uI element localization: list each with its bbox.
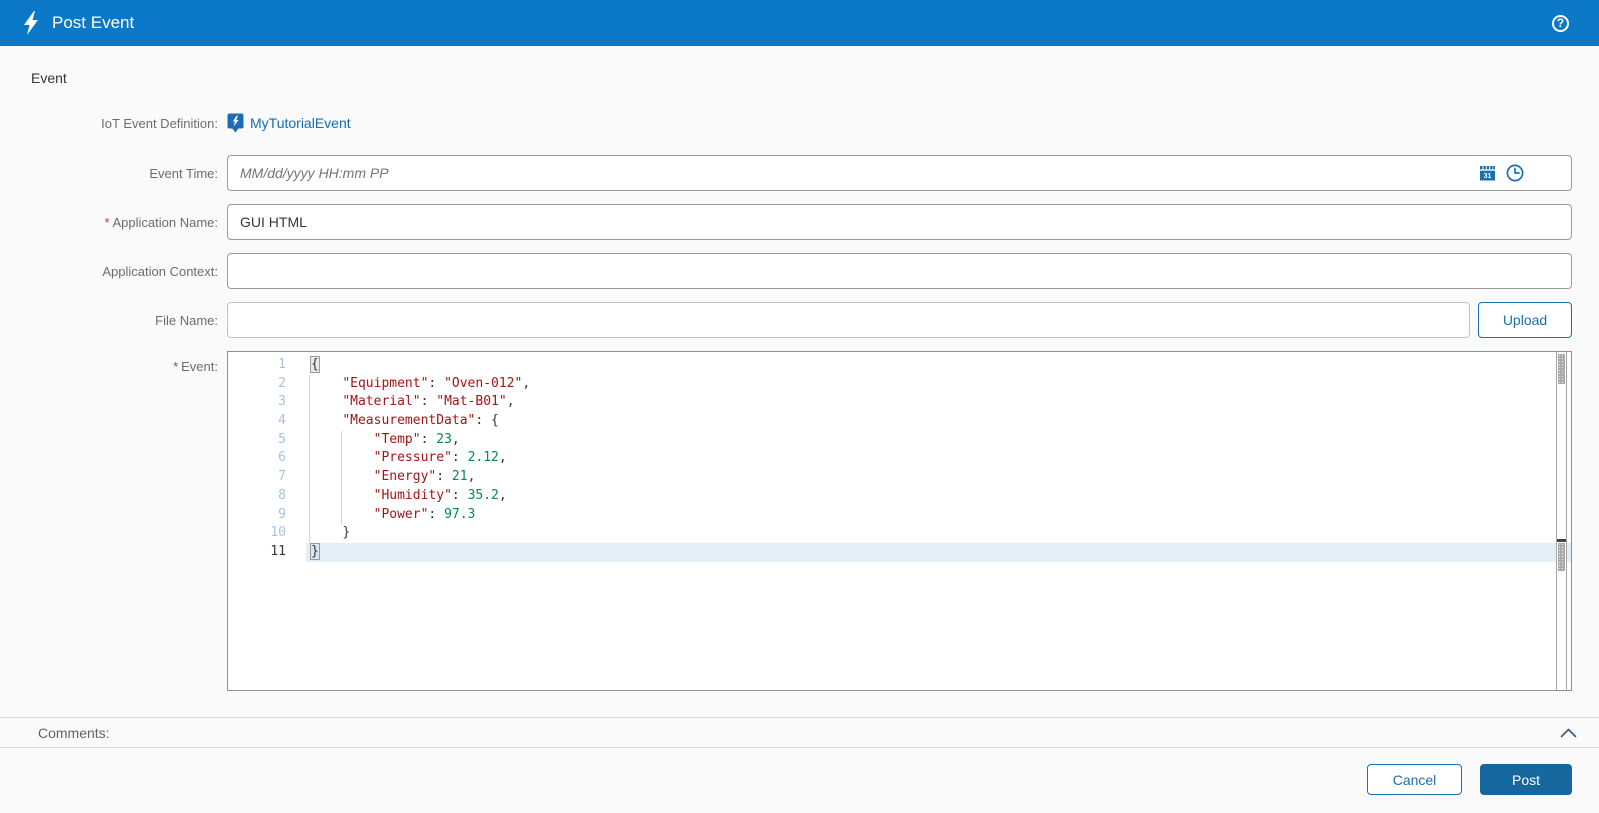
line-content: "Pressure": 2.12, [373,450,507,466]
required-asterisk: * [104,214,110,230]
collapse-comments-button[interactable] [1560,728,1577,738]
row-application-context: Application Context: [0,253,1572,289]
page-title: Post Event [52,13,135,32]
chevron-up-icon [1560,728,1577,737]
scrollbar-cursor-mark [1557,539,1566,542]
scrollbar-thumb-top[interactable] [1558,354,1565,384]
line-number: 7 [278,469,286,485]
line-number: 10 [270,525,286,541]
editor-line[interactable]: 2 "Equipment": "Oven-012", [228,375,1571,394]
row-iot-event-definition: IoT Event Definition: MyTutorialEvent [0,108,1572,138]
event-time-input[interactable] [227,155,1572,191]
iot-event-definition-label: IoT Event Definition: [101,115,218,131]
line-number: 1 [278,357,286,372]
editor-line[interactable]: 4 "MeasurementData": { [228,412,1571,431]
line-number: 2 [278,375,286,391]
line-number: 5 [278,431,286,447]
line-content: "Temp": 23, [373,431,460,447]
application-name-label: Application Name: [112,214,219,230]
line-content: } [342,525,351,541]
calendar-icon[interactable]: 31 [1479,165,1496,182]
line-content: "Energy": 21, [373,469,476,485]
comments-section: Comments: [0,717,1599,748]
editor-line[interactable]: 9 "Power": 97.3 [228,506,1571,525]
event-time-label: Event Time: [149,165,218,181]
editor-line[interactable]: 8 "Humidity": 35.2, [228,487,1571,506]
row-file-name: File Name: Upload [0,302,1572,338]
line-number: 6 [278,450,286,466]
svg-text:31: 31 [1484,173,1492,180]
editor-line[interactable]: 1{ [228,356,1571,375]
event-code-editor[interactable]: 1{2 "Equipment": "Oven-012", 3 "Material"… [227,351,1572,691]
editor-scrollbar[interactable] [1556,352,1567,690]
application-context-label: Application Context: [102,263,218,279]
iot-event-definition-value: MyTutorialEvent [250,115,351,131]
upload-button[interactable]: Upload [1478,302,1572,338]
row-event-time: Event Time: 31 [0,155,1572,191]
line-content: "Power": 97.3 [373,506,476,522]
line-number: 3 [278,394,286,410]
line-content: "MeasurementData": { [342,413,499,429]
indent-guide [309,375,310,543]
comments-label: Comments: [38,724,110,741]
line-content: "Material": "Mat-B01", [342,394,515,410]
row-application-name: * Application Name: [0,204,1572,240]
footer-toolbar: Cancel Post [0,748,1599,808]
application-context-input[interactable] [227,253,1572,289]
event-definition-icon [227,113,244,133]
line-number: 9 [278,506,286,522]
scrollbar-thumb-bottom[interactable] [1558,543,1565,571]
editor-lines: 1{2 "Equipment": "Oven-012", 3 "Material"… [228,352,1571,562]
post-event-form: Event IoT Event Definition: MyTutorialEv… [0,70,1599,691]
editor-line[interactable]: 10 } [228,524,1571,543]
clock-icon[interactable] [1506,164,1524,182]
line-content: "Equipment": "Oven-012", [342,375,531,391]
application-name-input[interactable] [227,204,1572,240]
line-number: 11 [270,543,286,559]
row-event: * Event: 1{2 "Equipment": "Oven-012", 3 "M… [0,351,1572,691]
file-name-label: File Name: [155,312,218,328]
editor-line[interactable]: 3 "Material": "Mat-B01", [228,393,1571,412]
editor-line[interactable]: 11} [228,542,1571,562]
line-content: } [306,542,1571,562]
required-asterisk: * [173,359,179,374]
iot-event-definition-link[interactable]: MyTutorialEvent [227,113,351,133]
indent-guide [341,431,342,525]
event-label: Event: [181,359,218,374]
file-name-input[interactable] [227,302,1470,338]
line-content: "Humidity": 35.2, [373,487,507,503]
help-icon[interactable]: ? [1552,14,1569,32]
post-event-icon [24,11,38,35]
editor-line[interactable]: 6 "Pressure": 2.12, [228,449,1571,468]
editor-line[interactable]: 5 "Temp": 23, [228,431,1571,450]
app-header: Post Event ? [0,0,1599,46]
line-content: { [310,356,320,373]
editor-line[interactable]: 7 "Energy": 21, [228,468,1571,487]
line-number: 8 [278,487,286,503]
post-button[interactable]: Post [1480,764,1572,795]
cancel-button[interactable]: Cancel [1367,764,1462,795]
line-number: 4 [278,413,286,429]
section-title: Event [31,70,67,86]
